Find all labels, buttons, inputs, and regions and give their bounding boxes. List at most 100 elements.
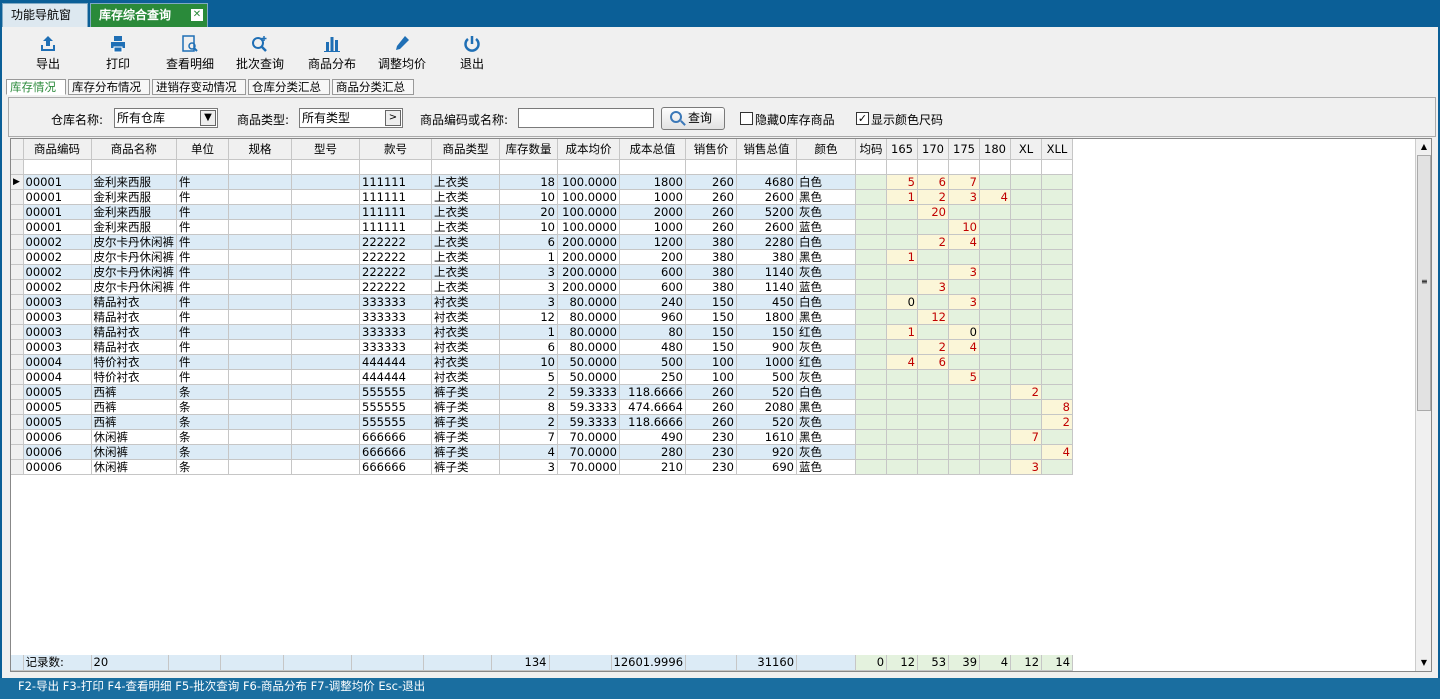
table-row[interactable]: 00001 金利来西服件 111111 上衣类 10 100.0000 1000 260 260… <box>11 219 1073 235</box>
row-indicator[interactable] <box>11 309 24 325</box>
column-header[interactable]: 165 <box>886 139 918 160</box>
filter-cell[interactable] <box>431 159 500 175</box>
filter-cell[interactable] <box>499 159 558 175</box>
filter-cell[interactable] <box>979 159 1011 175</box>
show-color-size-checkbox[interactable]: ✓ <box>856 112 869 125</box>
table-row[interactable]: 00002 皮尔卡丹休闲裤件 222222 上衣类 1 200.0000 200 380 380… <box>11 249 1073 265</box>
filter-cell[interactable] <box>619 159 686 175</box>
table-row[interactable]: 00005 西裤条 555555 裤子类 8 59.3333 474.6664 260 2080… <box>11 399 1073 415</box>
column-header[interactable]: 单位 <box>176 139 229 160</box>
filter-cell[interactable] <box>23 159 92 175</box>
column-header[interactable]: 175 <box>948 139 980 160</box>
column-header[interactable]: 均码 <box>855 139 887 160</box>
filter-cell[interactable] <box>557 159 620 175</box>
filter-cell[interactable] <box>1041 159 1073 175</box>
filter-cell[interactable] <box>855 159 887 175</box>
warehouse-select[interactable]: 所有仓库 ▼ <box>114 108 218 128</box>
table-row[interactable]: 00003 精品衬衣件 333333 衬衣类 6 80.0000 480 150 900 灰色 2 4 <box>11 339 1073 355</box>
close-icon[interactable]: ✕ <box>191 9 203 21</box>
export-button[interactable]: 导出 <box>30 35 66 75</box>
column-header[interactable]: XLL <box>1041 139 1073 160</box>
table-row[interactable]: 00005 西裤条 555555 裤子类 2 59.3333 118.6666 260 520 白… <box>11 384 1073 400</box>
filter-cell[interactable] <box>736 159 797 175</box>
column-header[interactable]: 规格 <box>228 139 292 160</box>
table-row[interactable]: 00004 特价衬衣件 444444 衬衣类 10 50.0000 500 100 1000 红色… <box>11 354 1073 370</box>
column-header[interactable]: 170 <box>917 139 949 160</box>
row-indicator[interactable] <box>11 384 24 400</box>
filter-cell[interactable] <box>685 159 737 175</box>
filter-cell[interactable] <box>176 159 229 175</box>
tab-inventory-distribution[interactable]: 库存分布情况 <box>68 79 150 95</box>
column-header[interactable]: 销售价 <box>685 139 737 160</box>
exit-button[interactable]: 退出 <box>454 35 490 75</box>
scroll-down-icon[interactable]: ▼ <box>1417 656 1431 670</box>
row-indicator[interactable] <box>11 294 24 310</box>
row-indicator[interactable] <box>11 354 24 370</box>
row-indicator[interactable] <box>11 444 24 460</box>
column-header[interactable]: 成本总值 <box>619 139 686 160</box>
row-indicator[interactable] <box>11 264 24 280</box>
filter-cell[interactable] <box>291 159 360 175</box>
table-row[interactable]: 00002 皮尔卡丹休闲裤件 222222 上衣类 6 200.0000 1200 380 22… <box>11 234 1073 250</box>
scroll-thumb[interactable]: ≡ <box>1417 155 1431 411</box>
table-row[interactable]: 00006 休闲裤条 666666 裤子类 7 70.0000 490 230 1610 黑色 7 <box>11 429 1073 445</box>
column-header[interactable]: 商品编码 <box>23 139 92 160</box>
current-row-indicator-icon[interactable]: ▶ <box>11 174 24 190</box>
table-row[interactable]: 00004 特价衬衣件 444444 衬衣类 5 50.0000 250 100 500 灰色 5 <box>11 369 1073 385</box>
column-header[interactable]: 成本均价 <box>557 139 620 160</box>
row-indicator[interactable] <box>11 249 24 265</box>
column-header[interactable]: 商品类型 <box>431 139 500 160</box>
table-row[interactable]: 00003 精品衬衣件 333333 衬衣类 12 80.0000 960 150 1800 黑色… <box>11 309 1073 325</box>
filter-cell[interactable] <box>91 159 177 175</box>
column-header[interactable]: 库存数量 <box>499 139 558 160</box>
row-indicator[interactable] <box>11 414 24 430</box>
table-row[interactable]: 00002 皮尔卡丹休闲裤件 222222 上衣类 3 200.0000 600 380 114… <box>11 279 1073 295</box>
category-select[interactable]: 所有类型 > <box>299 108 403 128</box>
print-button[interactable]: 打印 <box>100 35 136 75</box>
filter-cell[interactable] <box>886 159 918 175</box>
batch-search-button[interactable]: 批次查询 <box>232 35 288 75</box>
table-row[interactable]: 00001 金利来西服件 111111 上衣类 10 100.0000 1000 260 260… <box>11 189 1073 205</box>
row-indicator[interactable] <box>11 189 24 205</box>
filter-cell[interactable] <box>11 159 24 175</box>
column-header[interactable]: 180 <box>979 139 1011 160</box>
column-header[interactable]: 商品名称 <box>91 139 177 160</box>
row-indicator[interactable] <box>11 399 24 415</box>
row-indicator[interactable] <box>11 234 24 250</box>
filter-cell[interactable] <box>359 159 432 175</box>
table-row[interactable]: 00006 休闲裤条 666666 裤子类 4 70.0000 280 230 920 灰色 4 <box>11 444 1073 460</box>
query-button[interactable]: 查询 <box>661 107 725 130</box>
hide-zero-stock-checkbox[interactable] <box>740 112 753 125</box>
column-header[interactable]: 颜色 <box>796 139 856 160</box>
column-header[interactable]: 销售总值 <box>736 139 797 160</box>
product-distribution-button[interactable]: 商品分布 <box>304 35 360 75</box>
row-indicator[interactable] <box>11 429 24 445</box>
tab-inventory-status[interactable]: 库存情况 <box>6 79 66 95</box>
row-indicator[interactable] <box>11 204 24 220</box>
row-indicator[interactable] <box>11 459 24 475</box>
row-indicator[interactable] <box>11 279 24 295</box>
adjust-average-price-button[interactable]: 调整均价 <box>374 35 430 75</box>
column-header[interactable]: 款号 <box>359 139 432 160</box>
row-indicator[interactable] <box>11 339 24 355</box>
chevron-down-icon[interactable]: ▼ <box>200 110 216 126</box>
row-indicator[interactable] <box>11 369 24 385</box>
tab-function-navigation[interactable]: 功能导航窗口 <box>2 3 88 44</box>
column-header[interactable]: XL <box>1010 139 1042 160</box>
filter-cell[interactable] <box>917 159 949 175</box>
table-row[interactable]: 00002 皮尔卡丹休闲裤件 222222 上衣类 3 200.0000 600 380 114… <box>11 264 1073 280</box>
inventory-grid[interactable]: 商品编码 商品名称 单位 规格 型号 款号 商品类型 库存数量 成本均价 成本总值 销售价 销售总值颜… <box>10 138 1432 672</box>
tab-category-summary[interactable]: 商品分类汇总 <box>332 79 414 95</box>
code-or-name-input[interactable] <box>518 108 654 128</box>
table-row[interactable]: 00003 精品衬衣件 333333 衬衣类 1 80.0000 80 150 150 红色 1 0 <box>11 324 1073 340</box>
column-header[interactable]: 型号 <box>291 139 360 160</box>
table-row[interactable]: 00005 西裤条 555555 裤子类 2 59.3333 118.6666 260 520 灰… <box>11 414 1073 430</box>
scroll-up-icon[interactable]: ▲ <box>1417 140 1431 154</box>
filter-cell[interactable] <box>948 159 980 175</box>
filter-cell[interactable] <box>1010 159 1042 175</box>
view-detail-button[interactable]: 查看明细 <box>162 35 218 75</box>
row-indicator[interactable] <box>11 219 24 235</box>
table-row[interactable]: ▶ 00001 金利来西服件 111111 上衣类 18 100.0000 1800 260 46… <box>11 174 1073 190</box>
table-row[interactable]: 00003 精品衬衣件 333333 衬衣类 3 80.0000 240 150 450 白色 0 3 <box>11 294 1073 310</box>
tab-stock-movement[interactable]: 进销存变动情况 <box>152 79 246 95</box>
